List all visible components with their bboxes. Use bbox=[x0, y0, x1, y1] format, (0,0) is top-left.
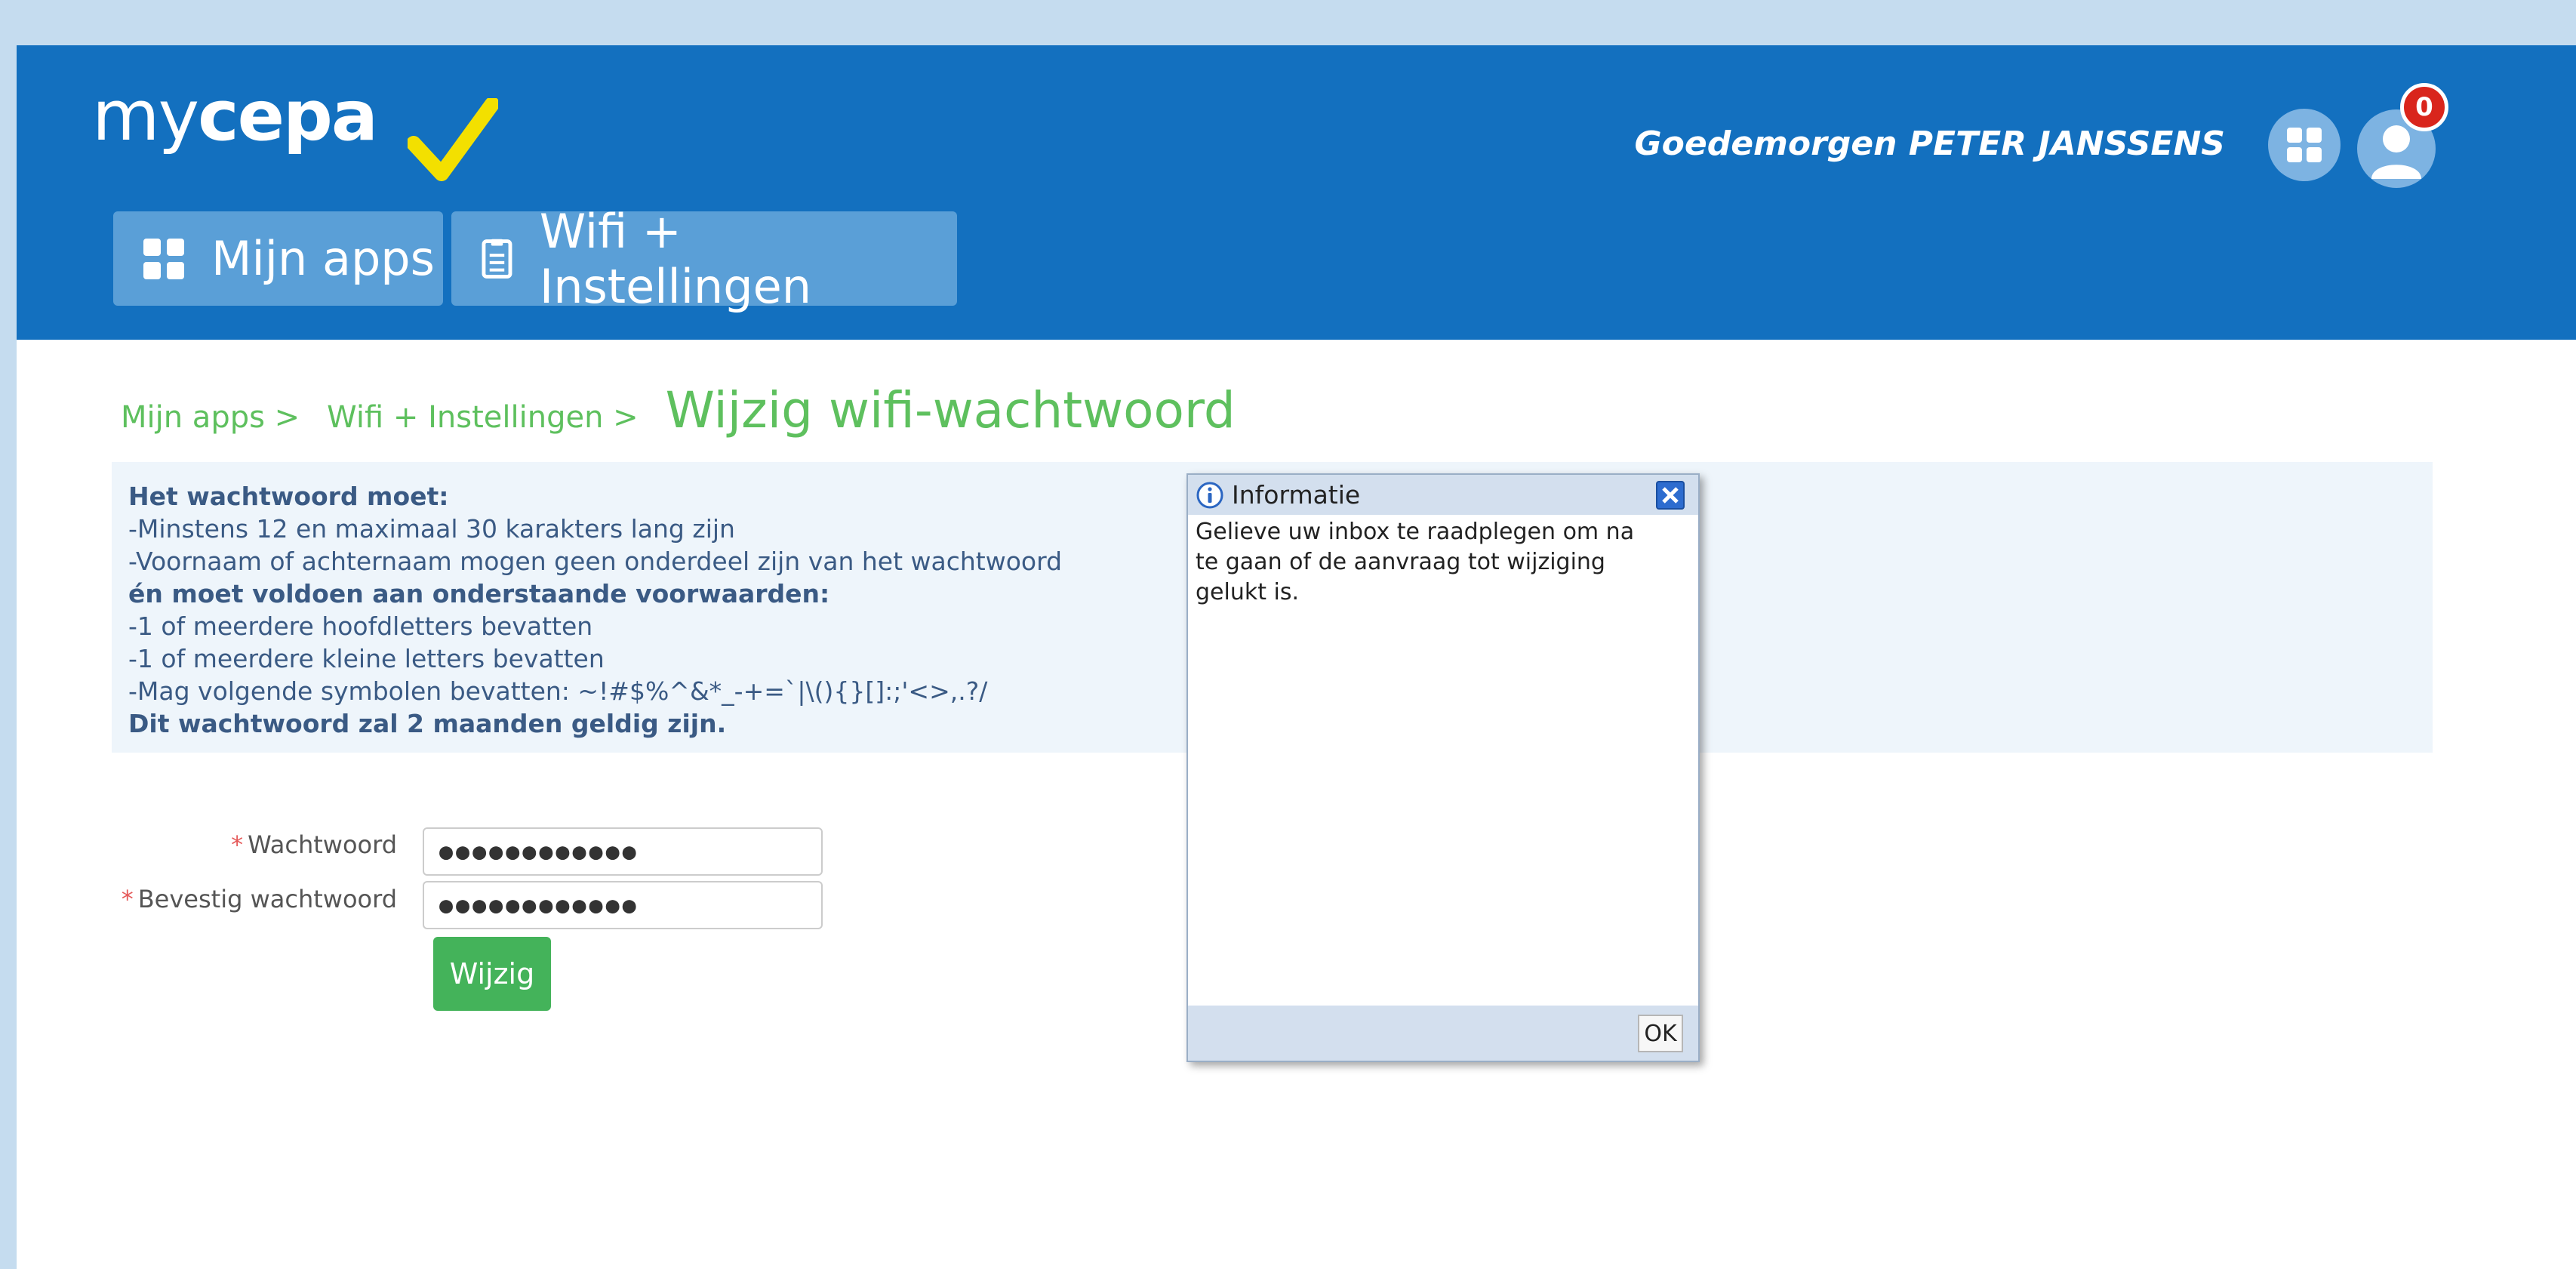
breadcrumb: Mijn apps > Wifi + Instellingen > Wijzig… bbox=[121, 381, 1236, 439]
required-marker: * bbox=[231, 830, 244, 859]
left-border bbox=[0, 0, 17, 1269]
password-label: * Wachtwoord bbox=[231, 830, 397, 859]
ok-button[interactable]: OK bbox=[1638, 1015, 1683, 1052]
breadcrumb-wifi-instellingen[interactable]: Wifi + Instellingen > bbox=[327, 400, 638, 435]
checkmark-icon bbox=[408, 98, 498, 181]
logo-text-bold: cepa bbox=[198, 75, 378, 156]
information-dialog: Informatie Gelieve uw inbox te raadplege… bbox=[1186, 473, 1700, 1062]
grid-icon bbox=[143, 238, 184, 279]
confirm-password-input[interactable]: ●●●●●●●●●●●● bbox=[423, 881, 823, 929]
top-border bbox=[0, 0, 2576, 45]
password-label-text: Wachtwoord bbox=[248, 830, 397, 859]
confirm-password-label: * Bevestig wachtwoord bbox=[122, 885, 397, 913]
info-icon bbox=[1196, 482, 1223, 508]
page-title: Wijzig wifi-wachtwoord bbox=[665, 381, 1236, 439]
dialog-footer: OK bbox=[1188, 1006, 1698, 1061]
nav-wifi-instellingen-button[interactable]: Wifi + Instellingen bbox=[451, 204, 957, 314]
confirm-password-label-text: Bevestig wachtwoord bbox=[137, 885, 397, 913]
breadcrumb-mijn-apps[interactable]: Mijn apps > bbox=[121, 400, 300, 435]
password-input[interactable]: ●●●●●●●●●●●● bbox=[423, 827, 823, 876]
document-icon bbox=[482, 239, 512, 279]
nav-mijn-apps-button[interactable]: Mijn apps bbox=[113, 211, 443, 306]
nav-mijn-apps-label: Mijn apps bbox=[211, 231, 435, 286]
logo-text-light: my bbox=[92, 75, 199, 156]
wijzig-submit-button[interactable]: Wijzig bbox=[433, 937, 551, 1011]
dialog-message: Gelieve uw inbox te raadplegen om na te … bbox=[1196, 519, 1635, 605]
required-marker: * bbox=[121, 885, 134, 913]
logo[interactable]: my cepa bbox=[92, 75, 378, 156]
user-greeting: Goedemorgen PETER JANSSENS bbox=[1634, 125, 2225, 163]
nav-wifi-instellingen-label: Wifi + Instellingen bbox=[539, 203, 812, 314]
dialog-title: Informatie bbox=[1232, 480, 1361, 510]
apps-grid-icon[interactable] bbox=[2267, 107, 2342, 183]
close-icon[interactable] bbox=[1656, 481, 1685, 510]
notification-badge[interactable]: 0 bbox=[2400, 83, 2448, 131]
dialog-titlebar[interactable]: Informatie bbox=[1188, 475, 1698, 515]
